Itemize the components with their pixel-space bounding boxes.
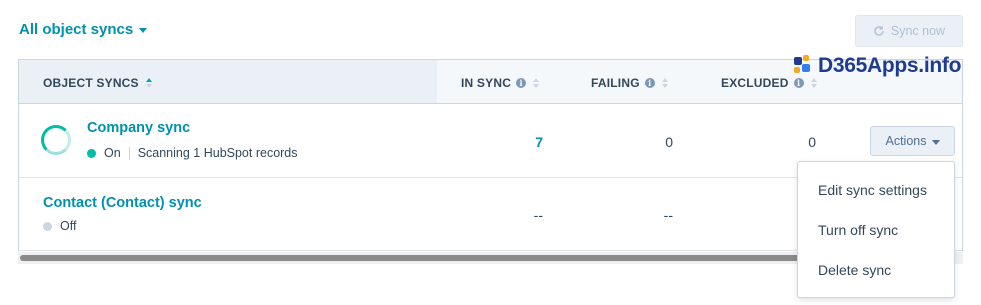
filter-label: All object syncs [19,21,134,38]
column-header-in-sync[interactable]: IN SYNC i [461,76,540,90]
in-sync-count[interactable]: 7 [483,134,543,150]
watermark-logo-icon [794,55,814,77]
failing-count: 0 [665,134,673,150]
chevron-down-icon [931,139,940,145]
scrollbar-thumb[interactable] [20,255,848,261]
actions-menu: Edit sync settings Turn off sync Delete … [797,161,955,298]
actions-label: Actions [885,134,927,148]
column-header-object-syncs[interactable]: OBJECT SYNCS [43,76,152,90]
sort-icon [533,78,540,88]
excluded-count: 0 [808,134,816,150]
divider [128,146,130,160]
in-sync-count: -- [533,207,543,223]
sync-name-link[interactable]: Company sync [87,120,190,136]
sync-status: On Scanning 1 HubSpot records [87,146,298,160]
watermark: D365Apps.info [794,54,961,78]
column-header-excluded[interactable]: EXCLUDED i [721,76,817,90]
info-icon[interactable]: i [516,78,527,88]
sync-now-button[interactable]: Sync now [855,15,963,47]
info-icon[interactable]: i [793,78,804,88]
menu-item-delete-sync[interactable]: Delete sync [818,262,891,278]
column-header-label: IN SYNC [461,76,512,90]
status-off-icon [43,221,52,231]
sync-name-link[interactable]: Contact (Contact) sync [43,195,202,211]
sort-icon [661,78,668,88]
column-header-label: EXCLUDED [721,76,789,90]
sync-now-label: Sync now [890,24,946,38]
sync-status: Off [43,219,76,233]
watermark-text: D365Apps.info [818,54,962,77]
column-header-label: FAILING [591,76,640,90]
failing-count: -- [663,207,673,223]
actions-button[interactable]: Actions [870,126,955,156]
chevron-down-icon [139,28,148,33]
sort-icon [145,78,152,88]
loading-spinner-icon [41,125,71,155]
menu-item-edit-sync-settings[interactable]: Edit sync settings [818,182,927,198]
object-syncs-filter-dropdown[interactable]: All object syncs [19,21,148,38]
sort-icon [810,78,817,88]
status-detail: Scanning 1 HubSpot records [137,146,298,160]
menu-item-turn-off-sync[interactable]: Turn off sync [818,222,898,238]
column-header-label: OBJECT SYNCS [43,76,139,90]
status-text: Off [60,219,77,233]
column-header-failing[interactable]: FAILING i [591,76,668,90]
refresh-icon [874,26,884,36]
status-on-icon [87,148,96,158]
status-text: On [104,146,121,160]
info-icon[interactable]: i [644,78,655,88]
